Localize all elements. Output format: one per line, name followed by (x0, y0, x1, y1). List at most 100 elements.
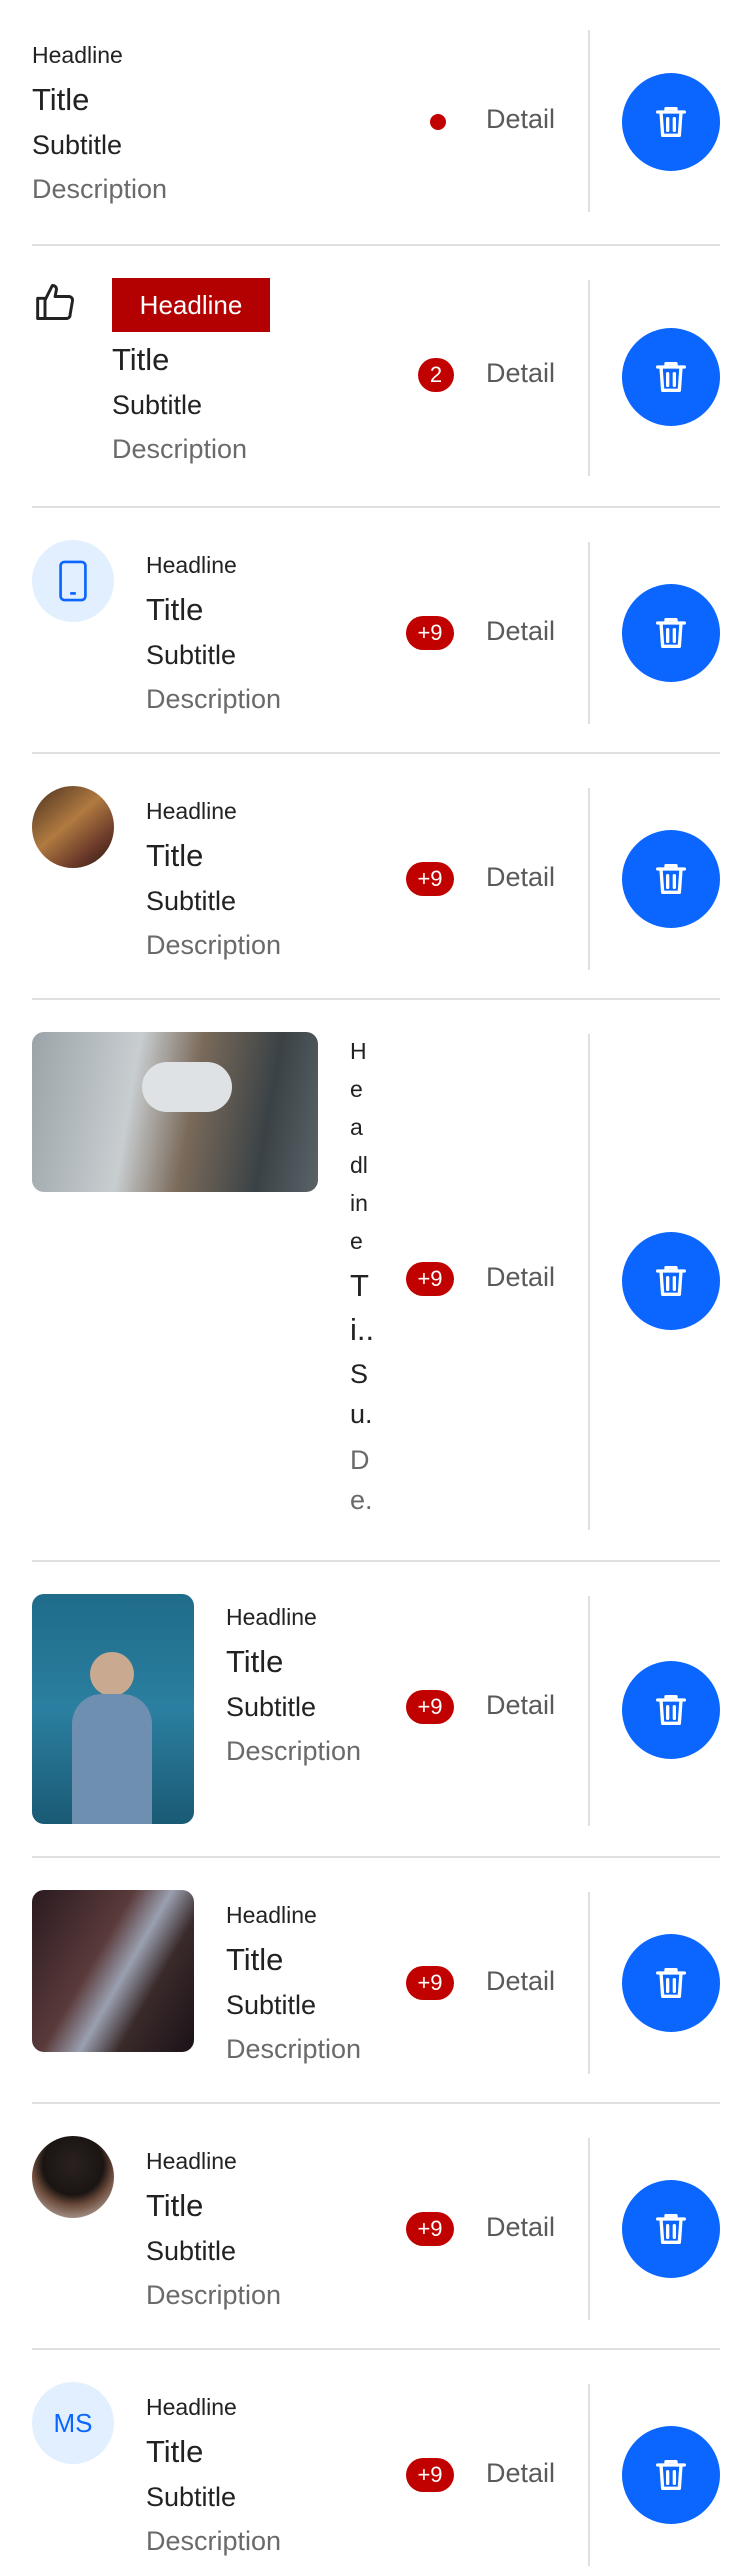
trash-icon (656, 2214, 686, 2244)
item-subtitle: Subtitle (146, 2236, 237, 2266)
count-badge: +9 (406, 1690, 454, 1724)
divider (588, 280, 590, 476)
divider (588, 542, 590, 724)
item-headline: Headline (146, 2394, 237, 2420)
item-headline: H e a dl in e (350, 1038, 368, 1254)
round-photo (32, 786, 114, 868)
item-title: Title (146, 838, 204, 873)
avatar-initials: MS (53, 2407, 93, 2438)
list-item[interactable]: Headline Title Subtitle Description +9 D… (0, 1562, 750, 1858)
delete-button[interactable] (622, 328, 720, 426)
item-headline: Headline (146, 2148, 237, 2174)
wide-photo (32, 1032, 318, 1192)
item-detail: Detail (486, 104, 556, 134)
item-description: Description (146, 930, 282, 960)
item-description: Description (146, 2280, 282, 2310)
item-headline: Headline (226, 1604, 317, 1630)
list-item[interactable]: Headline Title Subtitle Description +9 D… (0, 508, 750, 752)
divider (588, 30, 590, 212)
item-headline: Headline (146, 798, 237, 824)
list-item[interactable]: H e a dl in e Ti.. Su. De. +9 Detail (0, 1000, 750, 1560)
trash-icon (656, 618, 686, 648)
item-headline: Headline (146, 552, 237, 578)
divider (588, 1892, 590, 2074)
divider (588, 2384, 590, 2566)
item-headline: Headline (32, 42, 123, 68)
item-headline: Headline (226, 1902, 317, 1928)
delete-button[interactable] (622, 2426, 720, 2524)
count-badge: +9 (406, 862, 454, 896)
delete-button[interactable] (622, 584, 720, 682)
delete-button[interactable] (622, 830, 720, 928)
mobile-phone-icon (59, 560, 87, 602)
thumbs-up-icon (34, 280, 78, 329)
item-detail: Detail (486, 862, 556, 892)
item-detail: Detail (486, 2458, 556, 2488)
status-dot (430, 114, 446, 130)
count-badge: +9 (406, 2212, 454, 2246)
trash-icon (656, 1968, 686, 1998)
item-description: Description (146, 2526, 282, 2556)
count-badge: +9 (406, 616, 454, 650)
list-item[interactable]: Headline Title Subtitle Description +9 D… (0, 2104, 750, 2348)
item-headline: Headline (139, 289, 243, 320)
item-subtitle: Subtitle (146, 2482, 237, 2512)
count-badge: +9 (406, 1262, 454, 1296)
square-photo (32, 1890, 194, 2052)
tall-photo (32, 1594, 194, 1824)
item-title: Ti.. (350, 1268, 375, 1347)
item-detail: Detail (486, 358, 556, 388)
count-badge: +9 (406, 1966, 454, 2000)
item-description: Description (32, 174, 168, 204)
item-title: Title (226, 1644, 284, 1679)
item-detail: Detail (486, 1966, 556, 1996)
divider (588, 2138, 590, 2320)
trash-icon (656, 2460, 686, 2490)
item-title: Title (146, 592, 204, 627)
trash-icon (656, 864, 686, 894)
item-title: Title (146, 2188, 204, 2223)
item-description: Description (146, 684, 282, 714)
count-badge: +9 (406, 2458, 454, 2492)
divider (588, 1034, 590, 1530)
item-description: De. (350, 1445, 373, 1515)
item-description: Description (226, 2034, 362, 2064)
item-title: Title (32, 82, 90, 117)
item-title: Title (112, 342, 170, 377)
delete-button[interactable] (622, 1232, 720, 1330)
trash-icon (656, 1266, 686, 1296)
initials-avatar: MS (32, 2382, 114, 2464)
list-item[interactable]: MS Headline Title Subtitle Description +… (0, 2350, 750, 2576)
item-description: Description (226, 1736, 362, 1766)
item-subtitle: Subtitle (146, 886, 237, 916)
item-title: Title (226, 1942, 284, 1977)
item-detail: Detail (486, 616, 556, 646)
item-description: Description (112, 434, 248, 464)
icon-avatar (32, 540, 114, 622)
delete-button[interactable] (622, 73, 720, 171)
trash-icon (656, 107, 686, 137)
trash-icon (656, 1695, 686, 1725)
avatar-photo (32, 2136, 114, 2218)
item-detail: Detail (486, 1262, 556, 1292)
item-subtitle: Su. (350, 1359, 373, 1429)
list-item[interactable]: Headline Title Subtitle Description +9 D… (0, 1858, 750, 2102)
headline-chip: Headline (112, 278, 270, 332)
list-item[interactable]: Headline Title Subtitle Description +9 D… (0, 754, 750, 998)
divider (588, 788, 590, 970)
item-detail: Detail (486, 1690, 556, 1720)
list-item[interactable]: Headline Title Subtitle Description Deta… (0, 0, 750, 244)
item-subtitle: Subtitle (146, 640, 237, 670)
item-subtitle: Subtitle (112, 390, 203, 420)
item-detail: Detail (486, 2212, 556, 2242)
list-item[interactable]: Headline Title Subtitle Description 2 De… (0, 246, 750, 506)
trash-icon (656, 362, 686, 392)
item-subtitle: Subtitle (226, 1692, 317, 1722)
divider (588, 1596, 590, 1826)
item-title: Title (146, 2434, 204, 2469)
item-subtitle: Subtitle (32, 130, 123, 160)
delete-button[interactable] (622, 1934, 720, 2032)
delete-button[interactable] (622, 2180, 720, 2278)
delete-button[interactable] (622, 1661, 720, 1759)
item-subtitle: Subtitle (226, 1990, 317, 2020)
